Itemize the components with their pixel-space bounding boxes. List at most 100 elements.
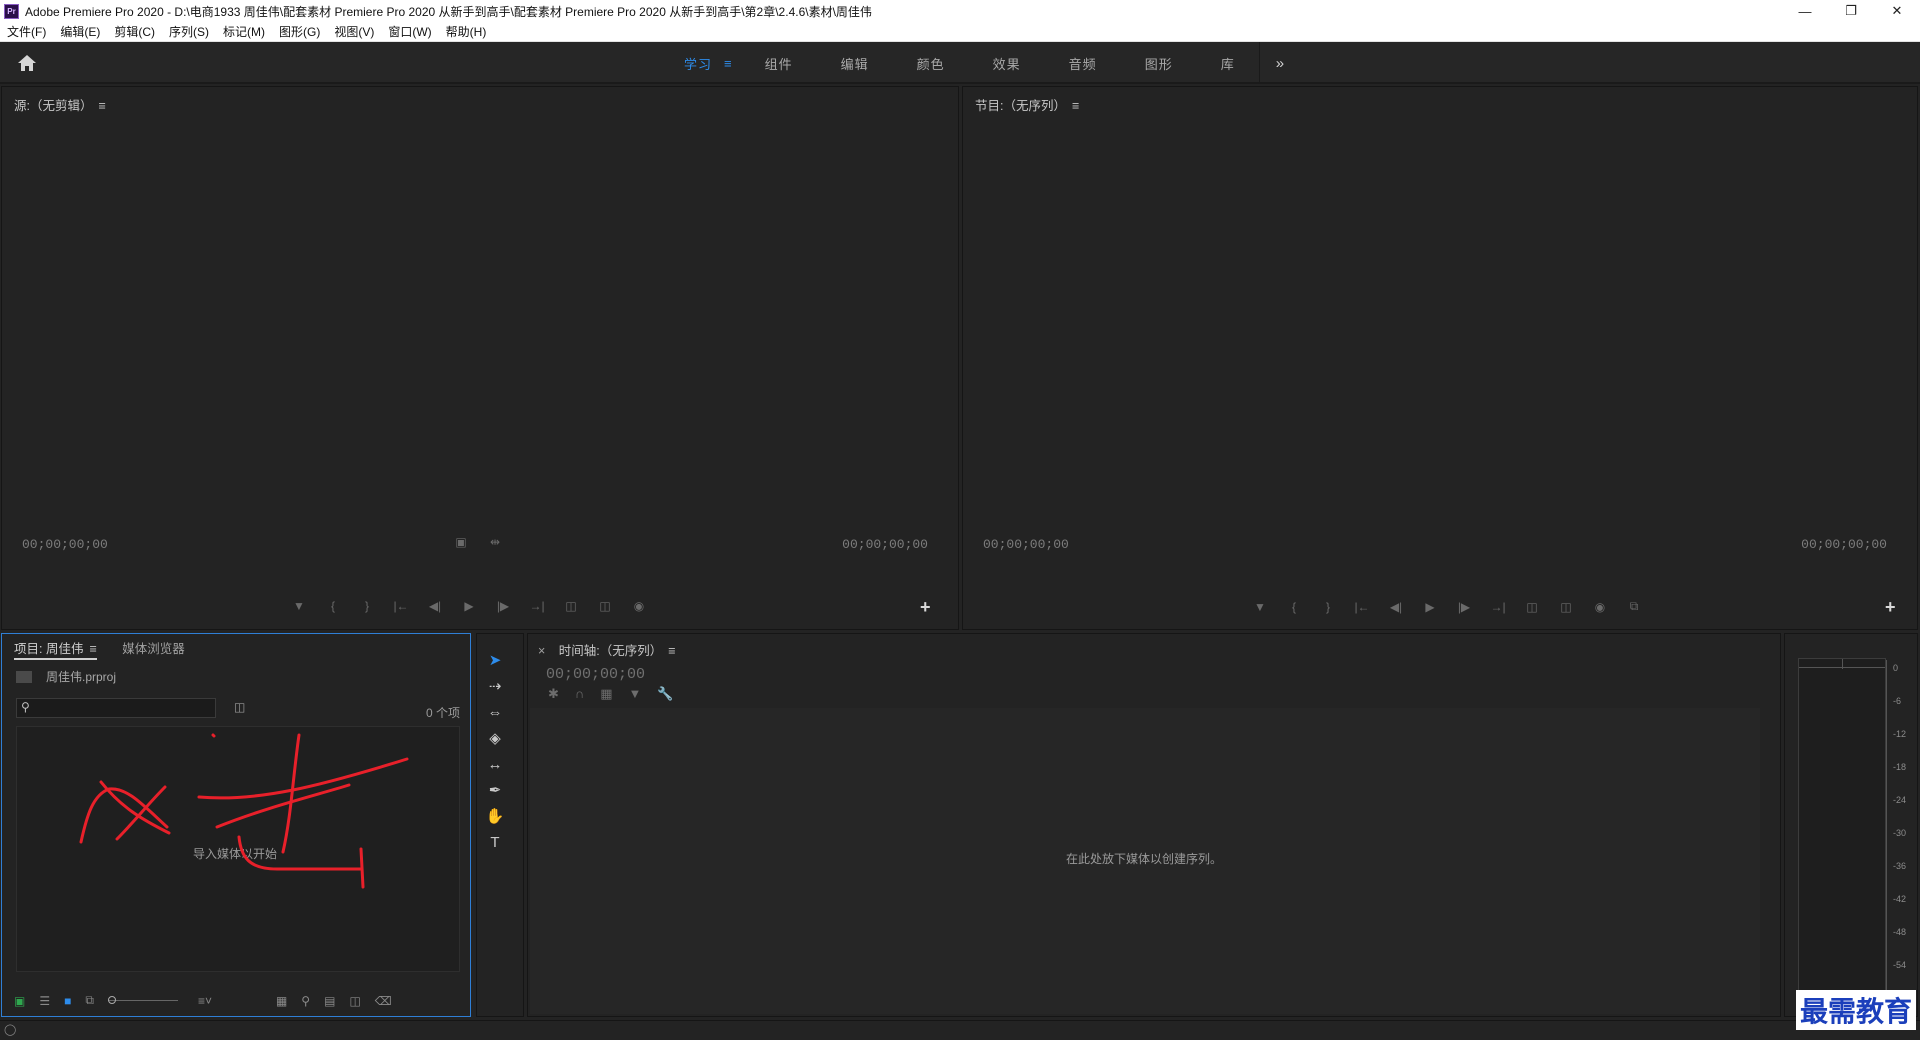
razor-tool-icon[interactable]: ◈ xyxy=(484,728,506,750)
freeform-view-icon[interactable]: ⧉ xyxy=(85,993,94,1008)
export-frame-icon[interactable]: ◉ xyxy=(1588,600,1612,614)
panel-menu-icon[interactable]: ≡ xyxy=(89,642,96,656)
nest-icon[interactable]: ✱ xyxy=(548,686,559,702)
step-back-icon[interactable]: ◀| xyxy=(1384,600,1408,614)
tab-color[interactable]: 颜色 xyxy=(893,42,969,84)
lift-icon[interactable]: ◫ xyxy=(1520,600,1544,614)
menu-view[interactable]: 视图(V) xyxy=(334,23,374,40)
add-marker-icon[interactable]: ▼ xyxy=(1248,600,1272,614)
track-select-tool-icon[interactable]: ⇢ xyxy=(484,676,506,698)
source-timecode-current[interactable]: 00;00;00;00 xyxy=(22,537,108,552)
button-editor-icon[interactable]: + xyxy=(1885,597,1896,618)
source-monitor-panel: 源:（无剪辑） ≡ 00;00;00;00 00;00;00;00 ▣ ⇹ ▼ {… xyxy=(1,86,959,630)
new-item-icon[interactable]: ◫ xyxy=(349,994,360,1008)
extract-icon[interactable]: ◫ xyxy=(1554,600,1578,614)
tab-project[interactable]: 项目: 周佳伟 ≡ xyxy=(14,642,97,660)
menu-markers[interactable]: 标记(M) xyxy=(223,23,265,40)
menu-edit[interactable]: 编辑(E) xyxy=(60,23,100,40)
workspace-menu-icon[interactable]: ≡ xyxy=(724,56,733,71)
drop-face-icon[interactable]: ▣ xyxy=(449,535,473,549)
step-forward-icon[interactable]: |▶ xyxy=(491,599,515,613)
play-icon[interactable]: ▶ xyxy=(457,599,481,613)
mark-in-icon[interactable]: { xyxy=(1282,600,1306,614)
more-workspaces-icon[interactable]: » xyxy=(1260,55,1284,72)
tab-assembly[interactable]: 组件 xyxy=(741,42,817,84)
overwrite-clip-icon[interactable]: ◫ xyxy=(593,599,617,613)
automate-to-sequence-icon[interactable]: ▦ xyxy=(276,994,287,1008)
red-annotation-scribble xyxy=(79,733,409,889)
go-to-in-icon[interactable]: |← xyxy=(1350,600,1374,614)
close-icon[interactable]: ✕ xyxy=(1874,0,1920,22)
title-bar: Pr Adobe Premiere Pro 2020 - D:\电商1933 周… xyxy=(0,0,1920,22)
source-monitor-header[interactable]: 源:（无剪辑） ≡ xyxy=(14,95,106,114)
icon-view-icon[interactable]: ■ xyxy=(64,994,71,1008)
menu-clip[interactable]: 剪辑(C) xyxy=(114,23,155,40)
zoom-slider-handle[interactable] xyxy=(107,996,116,1004)
minimize-icon[interactable]: — xyxy=(1782,0,1828,22)
mark-in-icon[interactable]: { xyxy=(321,599,345,613)
timeline-title: 时间轴:（无序列） xyxy=(558,644,663,658)
play-icon[interactable]: ▶ xyxy=(1418,600,1442,614)
type-tool-icon[interactable]: T xyxy=(484,832,506,854)
project-search-input[interactable]: ⚲ xyxy=(16,698,216,718)
timeline-header[interactable]: × 时间轴:（无序列） ≡ xyxy=(538,640,676,659)
ripple-edit-tool-icon[interactable]: ⇔ xyxy=(484,702,506,724)
sort-icons-icon[interactable]: ≡˅ xyxy=(198,994,212,1008)
add-marker-icon[interactable]: ▼ xyxy=(287,599,311,613)
go-to-out-icon[interactable]: →| xyxy=(525,599,549,613)
timeline-playhead-timecode[interactable]: 00;00;00;00 xyxy=(546,666,645,683)
program-timecode-current[interactable]: 00;00;00;00 xyxy=(983,537,1069,552)
menu-graphics[interactable]: 图形(G) xyxy=(279,23,320,40)
meter-scale-label: -6 xyxy=(1893,696,1902,706)
wrench-icon[interactable]: 🔧 xyxy=(657,686,673,702)
panel-menu-icon[interactable]: ≡ xyxy=(98,99,105,113)
status-icon: ◯ xyxy=(4,1024,17,1036)
timeline-drop-area[interactable]: 在此处放下媒体以创建序列。 xyxy=(530,708,1760,1014)
find-icon[interactable]: ⚲ xyxy=(301,994,310,1008)
go-to-in-icon[interactable]: |← xyxy=(389,599,413,613)
snap-icon[interactable]: ∩ xyxy=(575,686,584,702)
tab-learning[interactable]: 学习 ≡ xyxy=(660,42,741,84)
go-to-out-icon[interactable]: →| xyxy=(1486,600,1510,614)
list-view-icon[interactable]: ☰ xyxy=(39,994,50,1008)
hand-tool-icon[interactable]: ✋ xyxy=(484,806,506,828)
export-frame-icon[interactable]: ◉ xyxy=(627,599,651,613)
tab-media-browser[interactable]: 媒体浏览器 xyxy=(122,642,185,656)
menu-sequence[interactable]: 序列(S) xyxy=(169,23,209,40)
slip-tool-icon[interactable]: ↔ xyxy=(484,754,506,776)
restore-icon[interactable]: ❐ xyxy=(1828,0,1874,22)
project-media-drop-area[interactable]: 导入媒体以开始 xyxy=(16,726,460,972)
mark-out-icon[interactable]: } xyxy=(1316,600,1340,614)
pen-tool-icon[interactable]: ✒ xyxy=(484,780,506,802)
tab-libraries[interactable]: 库 xyxy=(1197,42,1259,84)
close-icon[interactable]: × xyxy=(538,644,545,658)
menu-window[interactable]: 窗口(W) xyxy=(388,23,431,40)
selection-tool-icon[interactable]: ➤ xyxy=(484,650,506,672)
home-icon[interactable] xyxy=(16,53,38,73)
step-forward-icon[interactable]: |▶ xyxy=(1452,600,1476,614)
menu-help[interactable]: 帮助(H) xyxy=(446,23,487,40)
panel-menu-icon[interactable]: ≡ xyxy=(668,644,675,658)
program-monitor-header[interactable]: 节目:（无序列） ≡ xyxy=(975,95,1079,114)
add-marker-icon[interactable]: ▼ xyxy=(629,686,642,702)
meter-scale-label: -36 xyxy=(1893,861,1907,871)
tab-effects[interactable]: 效果 xyxy=(969,42,1045,84)
linked-selection-icon[interactable]: ▦ xyxy=(600,686,612,702)
audio-meter-channel-divider xyxy=(1842,659,1843,669)
new-bin-icon[interactable]: ▤ xyxy=(324,994,335,1008)
step-back-icon[interactable]: ◀| xyxy=(423,599,447,613)
tab-graphics[interactable]: 图形 xyxy=(1121,42,1197,84)
lock-icon[interactable]: ▣ xyxy=(14,994,25,1008)
zoom-slider[interactable] xyxy=(107,996,178,1004)
insert-clip-icon[interactable]: ◫ xyxy=(559,599,583,613)
clear-icon[interactable]: ⌫ xyxy=(375,994,392,1008)
comparison-view-icon[interactable]: ⧉ xyxy=(1622,599,1646,614)
tab-editing[interactable]: 编辑 xyxy=(817,42,893,84)
tab-audio[interactable]: 音频 xyxy=(1045,42,1121,84)
mark-out-icon[interactable]: } xyxy=(355,599,379,613)
menu-file[interactable]: 文件(F) xyxy=(7,23,46,40)
button-editor-icon[interactable]: + xyxy=(920,597,931,618)
new-search-bin-icon[interactable]: ◫ xyxy=(234,700,245,714)
insert-icon[interactable]: ⇹ xyxy=(483,535,507,549)
panel-menu-icon[interactable]: ≡ xyxy=(1072,99,1079,113)
